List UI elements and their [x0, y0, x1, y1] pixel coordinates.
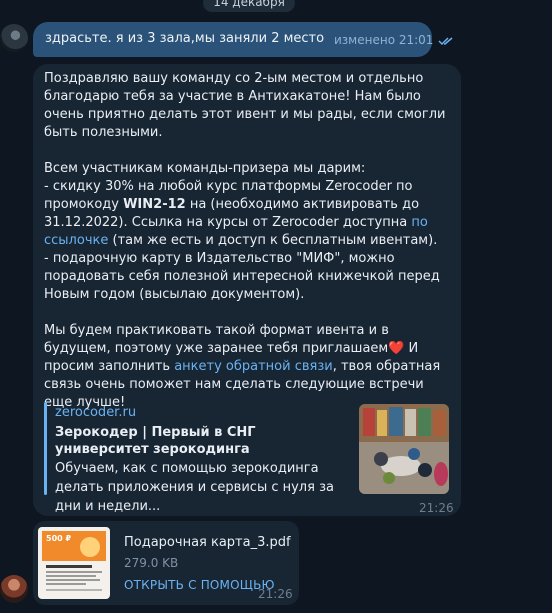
paragraph-1: Поздравляю вашу команду со 2-ым местом и…: [44, 71, 446, 140]
promo-code: WIN2-12: [123, 197, 186, 212]
message-edited-time: изменено 21:01: [334, 33, 434, 47]
svg-text:500 ₽: 500 ₽: [46, 534, 71, 543]
feedback-form-link[interactable]: анкету обратной связи: [174, 359, 333, 374]
avatar[interactable]: [0, 575, 28, 603]
paragraph-2-intro: Всем участникам команды-призера мы дарим…: [44, 161, 366, 176]
preview-title: Зерокодер | Первый в СНГ университет зер…: [55, 425, 256, 457]
paragraph-2-bullet-2: - подарочную карту в Издательство "МИФ",…: [44, 251, 440, 302]
file-time: 21:26: [258, 587, 293, 601]
preview-image[interactable]: [359, 404, 449, 494]
outgoing-message[interactable]: здрасьте. я из 3 зала,мы заняли 2 место …: [33, 22, 453, 57]
heart-emoji-icon: ❤️: [388, 341, 405, 356]
incoming-message[interactable]: Поздравляю вашу команду со 2-ым местом и…: [33, 64, 461, 516]
message-body: Поздравляю вашу команду со 2-ым местом и…: [44, 68, 454, 412]
date-separator: 14 декабря: [203, 0, 295, 12]
preview-accent-bar: [44, 402, 47, 495]
preview-description: Обучаем, как с помощью зерокодинга делат…: [55, 461, 334, 514]
file-name[interactable]: Подарочная карта_3.pdf: [124, 535, 291, 550]
file-size: 279.0 KB: [124, 556, 179, 570]
open-with-button[interactable]: ОТКРЫТЬ С ПОМОЩЬЮ: [124, 578, 275, 592]
avatar[interactable]: [0, 24, 28, 52]
message-time: 21:26: [419, 501, 454, 515]
file-thumbnail[interactable]: 500 ₽: [38, 527, 110, 599]
preview-site-name[interactable]: zerocoder.ru: [55, 405, 136, 420]
paragraph-2-bullet-1: - скидку 30% на любой курс платформы Zer…: [44, 179, 438, 248]
paragraph-3: Мы будем практиковать такой формат ивент…: [44, 323, 441, 410]
link-preview[interactable]: zerocoder.ru Зерокодер | Первый в СНГ ун…: [44, 402, 453, 514]
read-checks-icon: [438, 37, 453, 46]
message-text: здрасьте. я из 3 зала,мы заняли 2 место: [45, 31, 325, 46]
